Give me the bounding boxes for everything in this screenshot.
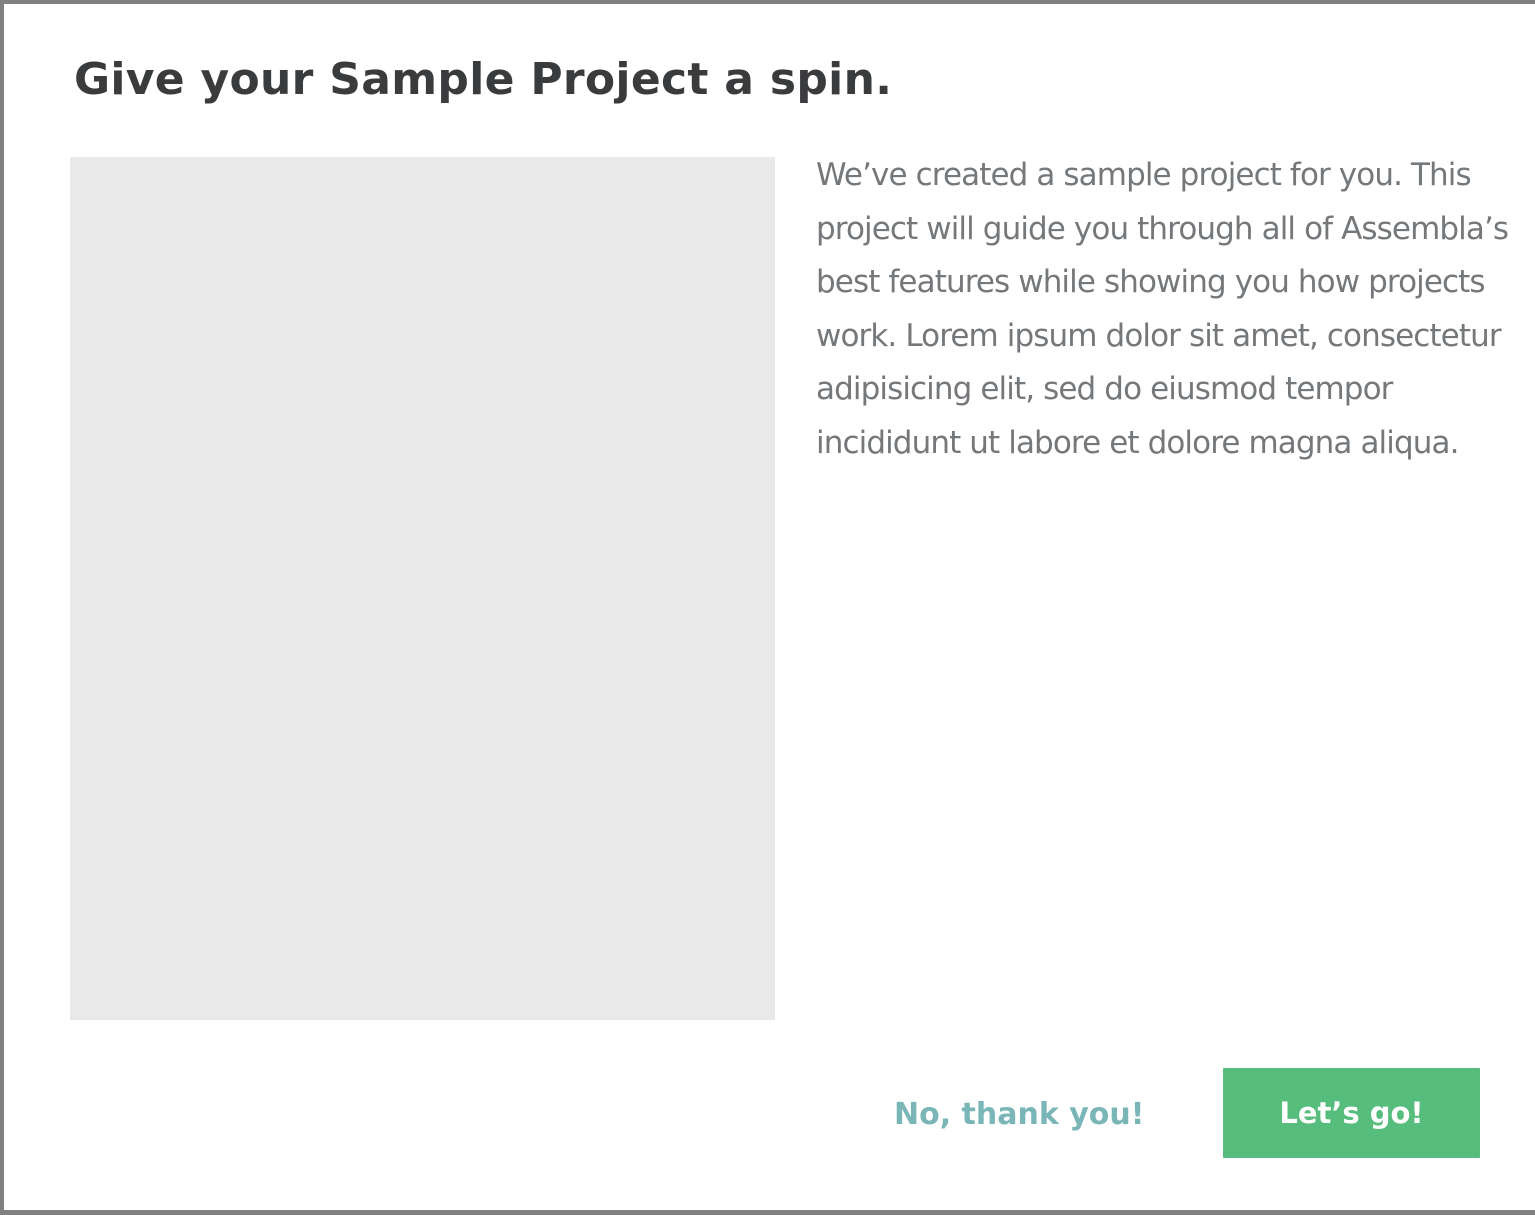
accept-button[interactable]: Let’s go! (1223, 1068, 1480, 1158)
media-placeholder (70, 157, 775, 1020)
dialog-title: Give your Sample Project a spin. (74, 54, 893, 105)
decline-button[interactable]: No, thank you! (894, 1089, 1144, 1139)
sample-project-dialog: Give your Sample Project a spin. We’ve c… (4, 4, 1535, 1210)
dialog-description: We’ve created a sample project for you. … (816, 157, 1509, 461)
